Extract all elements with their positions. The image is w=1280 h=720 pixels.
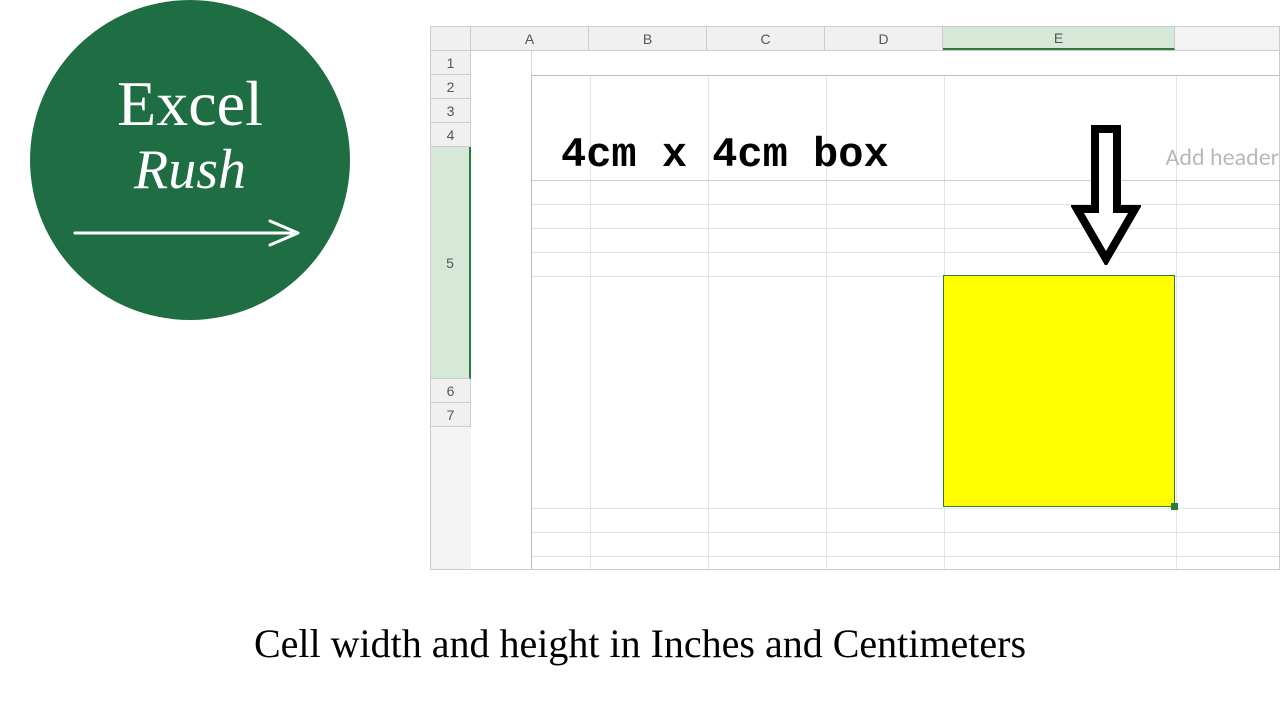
column-headers: ABCDE xyxy=(471,27,1279,51)
highlighted-cell[interactable] xyxy=(943,275,1175,507)
logo-line2: Rush xyxy=(134,142,246,198)
logo-line1: Excel xyxy=(117,72,263,136)
column-header-B[interactable]: B xyxy=(589,27,707,50)
add-header-placeholder[interactable]: Add header xyxy=(1166,143,1280,172)
row-header-6[interactable]: 6 xyxy=(431,379,471,403)
row-header-5[interactable]: 5 xyxy=(431,147,471,379)
row-header-7[interactable]: 7 xyxy=(431,403,471,427)
row-header-3[interactable]: 3 xyxy=(431,99,471,123)
fill-handle[interactable] xyxy=(1171,503,1178,510)
arrow-down-icon xyxy=(1071,125,1141,265)
overlay-title: 4cm x 4cm box xyxy=(561,131,889,179)
excel-screenshot: ABCDE 1234567 Add header 4cm x 4cm box xyxy=(430,26,1280,570)
row-header-1[interactable]: 1 xyxy=(431,51,471,75)
caption-text: Cell width and height in Inches and Cent… xyxy=(0,620,1280,667)
column-header-D[interactable]: D xyxy=(825,27,943,50)
row-header-4[interactable]: 4 xyxy=(431,123,471,147)
select-all-corner[interactable] xyxy=(431,27,471,51)
column-header-C[interactable]: C xyxy=(707,27,825,50)
column-header-E[interactable]: E xyxy=(943,27,1175,50)
worksheet-area[interactable]: Add header 4cm x 4cm box xyxy=(471,51,1279,569)
excel-rush-logo: Excel Rush xyxy=(30,0,350,320)
row-header-2[interactable]: 2 xyxy=(431,75,471,99)
column-header-A[interactable]: A xyxy=(471,27,589,50)
row-headers: 1234567 xyxy=(431,51,471,427)
arrow-right-icon xyxy=(70,218,310,248)
